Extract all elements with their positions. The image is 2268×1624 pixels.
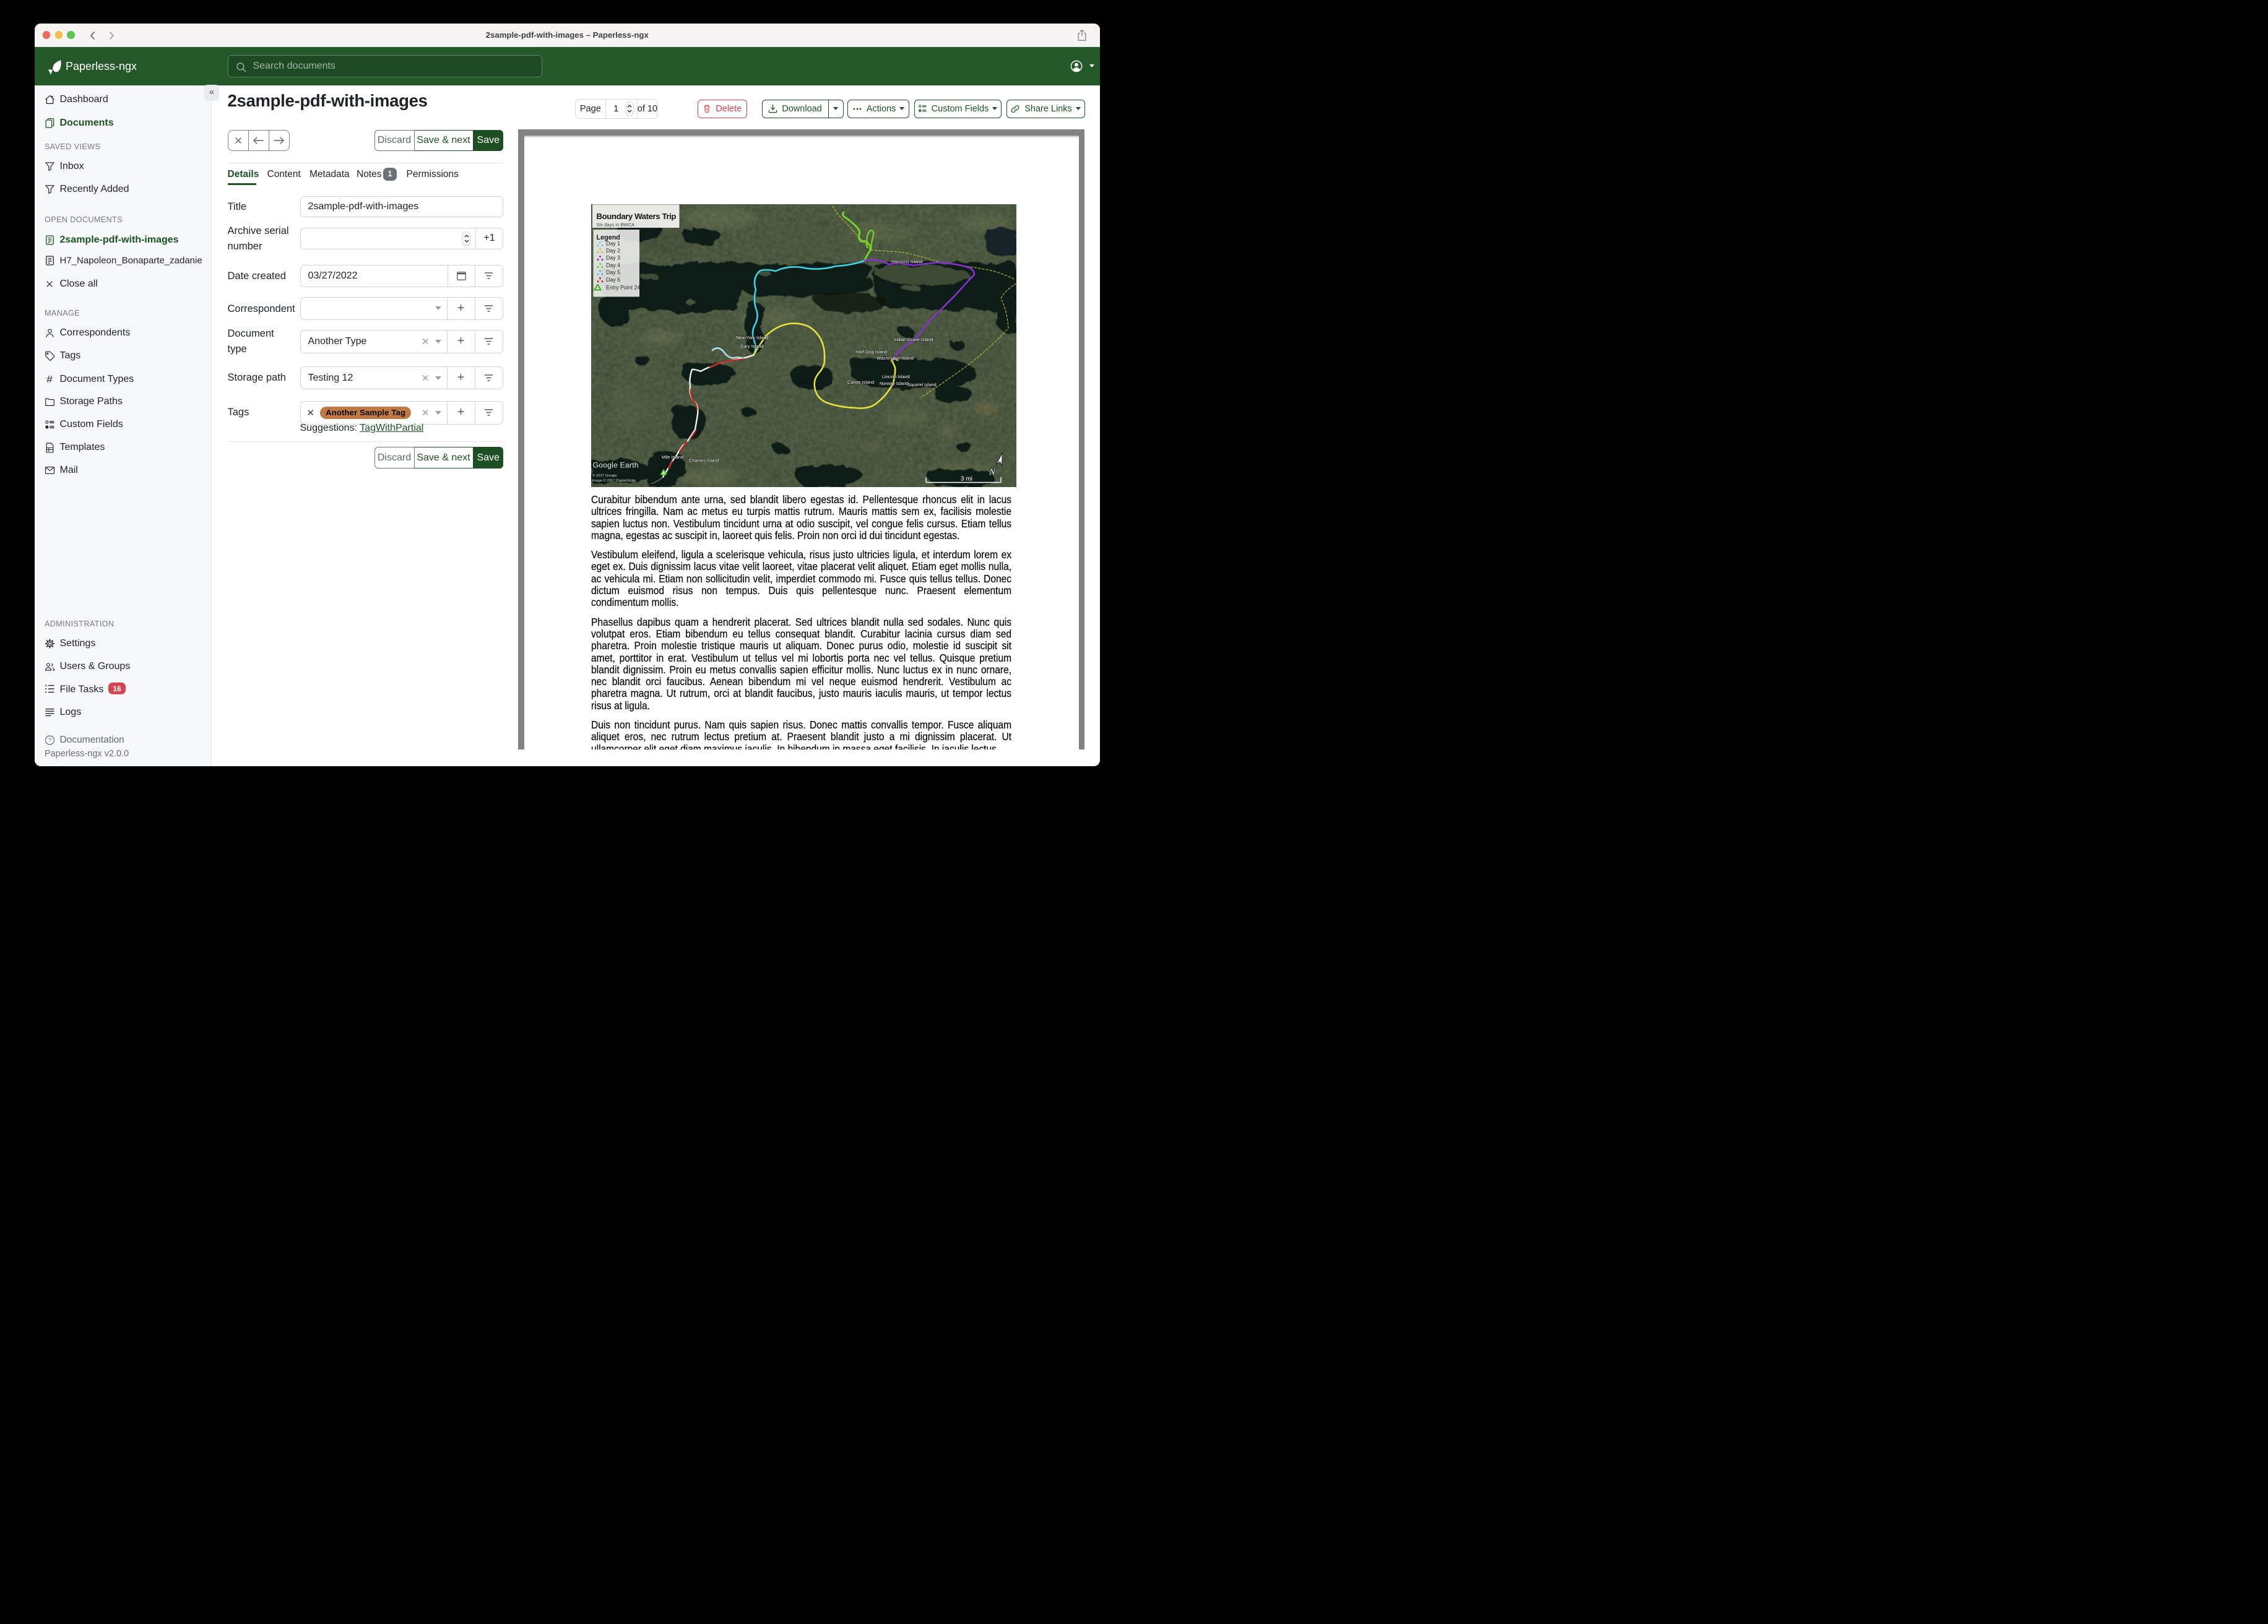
svg-text:N: N bbox=[989, 467, 996, 477]
svg-text:Washington Island: Washington Island bbox=[876, 355, 914, 361]
svg-text:Entry Point 24: Entry Point 24 bbox=[606, 284, 640, 290]
svg-text:Squirrel Island: Squirrel Island bbox=[907, 382, 937, 387]
svg-text:Half Dog Island: Half Dog Island bbox=[856, 349, 887, 355]
svg-text:Image © 2017 DigitalGlobe: Image © 2017 DigitalGlobe bbox=[592, 478, 636, 483]
svg-text:Day 5: Day 5 bbox=[606, 269, 620, 275]
svg-text:Google Earth: Google Earth bbox=[592, 460, 638, 469]
svg-text:Text: Text bbox=[796, 375, 812, 384]
svg-text:Day 6: Day 6 bbox=[606, 276, 620, 282]
svg-text:Day 4: Day 4 bbox=[606, 262, 620, 268]
svg-text:Hausons Island: Hausons Island bbox=[891, 259, 922, 264]
svg-text:Canoe Island: Canoe Island bbox=[847, 379, 874, 385]
svg-text:Day 1: Day 1 bbox=[606, 240, 620, 246]
svg-text:Day 3: Day 3 bbox=[606, 254, 620, 261]
svg-text:Boundary Waters Trip: Boundary Waters Trip bbox=[596, 212, 676, 221]
svg-text:Charlies Island: Charlies Island bbox=[689, 457, 719, 463]
svg-text:Mile Island: Mile Island bbox=[662, 454, 683, 460]
svg-text:© 2017 Google: © 2017 Google bbox=[592, 473, 617, 478]
svg-text:Day 2: Day 2 bbox=[606, 247, 620, 253]
svg-text:Lincoln Island: Lincoln Island bbox=[882, 374, 910, 379]
svg-text:New York Island: New York Island bbox=[736, 335, 768, 340]
svg-text:Norway Island: Norway Island bbox=[880, 381, 908, 386]
svg-text:Indian Grave Island: Indian Grave Island bbox=[894, 337, 933, 342]
svg-text:Six days in BWCA: Six days in BWCA bbox=[596, 222, 635, 227]
svg-text:Gary Island: Gary Island bbox=[740, 343, 763, 349]
svg-text:3 mi: 3 mi bbox=[961, 475, 972, 482]
